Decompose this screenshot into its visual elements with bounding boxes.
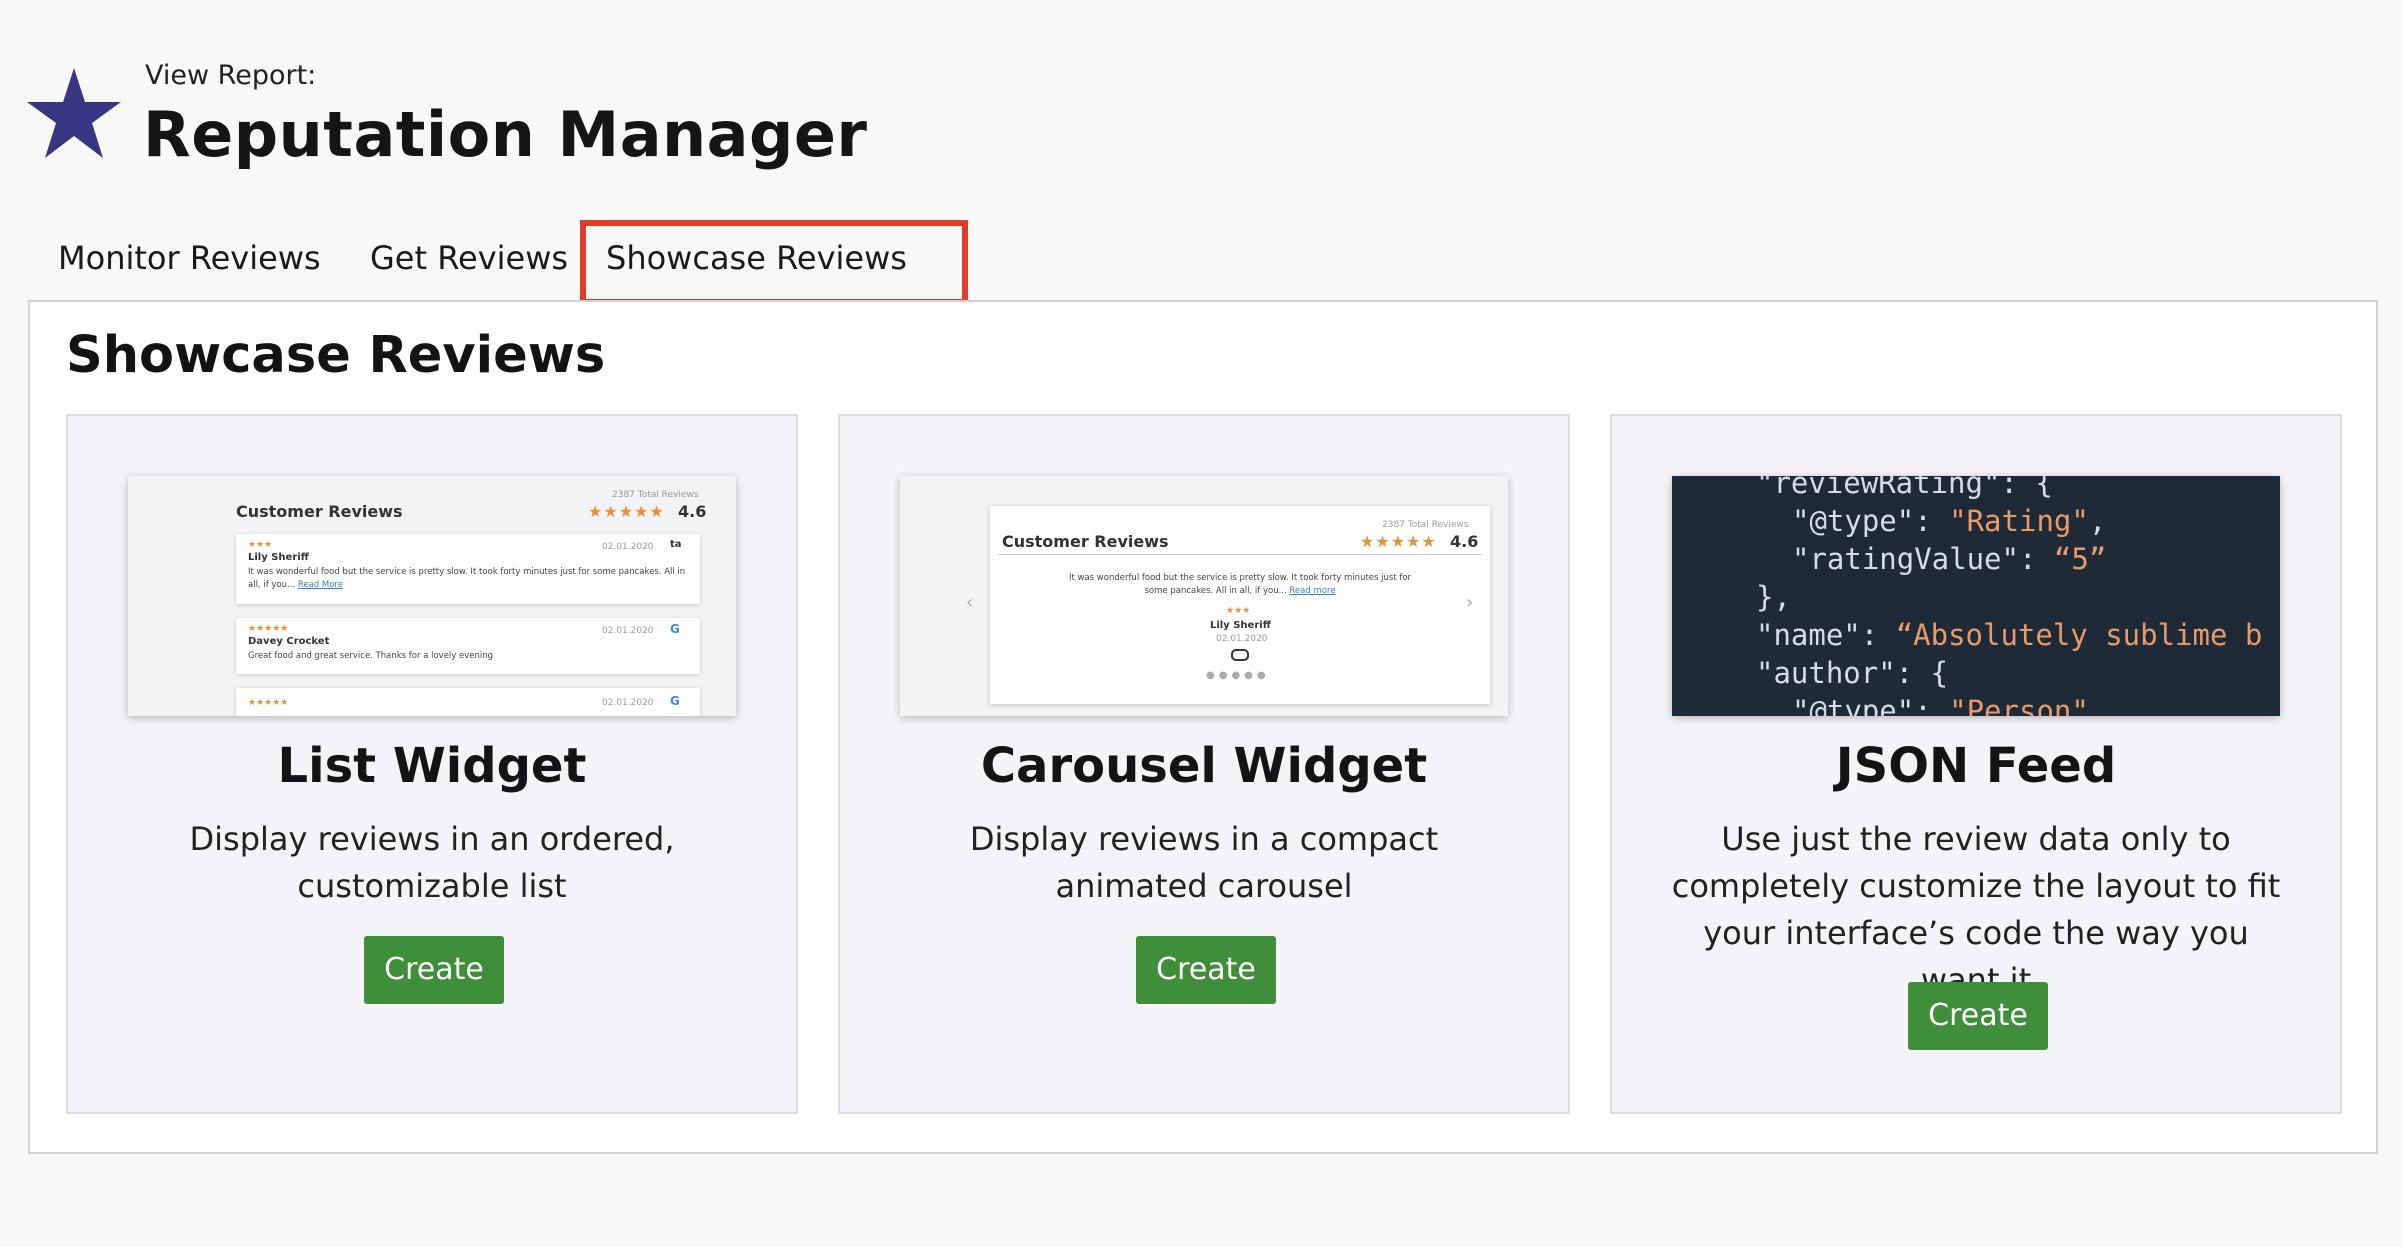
card-title: Carousel Widget bbox=[980, 738, 1428, 794]
preview-review-2: ★★★★★ Davey Crocket 02.01.2020 G Great f… bbox=[236, 618, 700, 674]
review-stars: ★★★★★ bbox=[248, 698, 289, 708]
review-stars: ★★★ bbox=[1226, 606, 1251, 616]
tripadvisor-icon bbox=[1231, 649, 1249, 661]
tab-monitor-reviews[interactable]: Monitor Reviews bbox=[30, 212, 349, 304]
chevron-right-icon: › bbox=[1466, 592, 1474, 613]
code-line: "reviewRating": { bbox=[1756, 476, 2053, 500]
review-author: Lily Sheriff bbox=[1210, 620, 1271, 631]
list-widget-card: Customer Reviews 2387 Total Reviews ★★★★… bbox=[66, 414, 798, 1114]
report-tabs: Monitor Reviews Get Reviews Showcase Rev… bbox=[30, 212, 1030, 304]
card-description: Use just the review data only to complet… bbox=[1671, 820, 2281, 999]
chevron-left-icon: ‹ bbox=[966, 592, 974, 613]
code-key: "author": { bbox=[1756, 656, 1949, 690]
tab-showcase-reviews[interactable]: Showcase Reviews bbox=[578, 212, 935, 304]
code-punct: , bbox=[2088, 504, 2107, 538]
card-title: JSON Feed bbox=[1835, 738, 2117, 794]
code-punct: }, bbox=[1756, 580, 1791, 614]
read-more-link: Read more bbox=[1289, 586, 1336, 596]
preview-header: Customer Reviews bbox=[236, 502, 403, 521]
review-text: It was wonderful food but the service is… bbox=[248, 566, 688, 592]
code-key: "@type": bbox=[1792, 694, 1950, 716]
review-stars: ★★★ bbox=[248, 540, 273, 550]
card-description: Display reviews in an ordered, customiza… bbox=[189, 820, 675, 905]
read-more-link: Read More bbox=[297, 580, 343, 590]
preview-total: 2387 Total Reviews bbox=[1382, 520, 1469, 530]
preview-rating: 4.6 bbox=[1450, 532, 1479, 551]
review-date: 02.01.2020 bbox=[602, 626, 654, 636]
code-value: "Person" bbox=[1949, 694, 2089, 716]
preview-stars: ★★★★★ bbox=[588, 502, 665, 521]
list-widget-preview: Customer Reviews 2387 Total Reviews ★★★★… bbox=[128, 476, 736, 716]
preview-review-3: ★★★★★ 02.01.2020 G bbox=[236, 688, 700, 716]
code-line: }, bbox=[1756, 580, 1791, 614]
report-header: View Report: Reputation Manager bbox=[24, 56, 1024, 176]
google-icon: G bbox=[670, 622, 680, 636]
carousel-dots: ●●●●● bbox=[1206, 670, 1270, 681]
code-value: “Absolutely sublime b bbox=[1895, 618, 2263, 652]
star-icon bbox=[27, 68, 121, 158]
divider bbox=[998, 554, 1482, 555]
preview-stars: ★★★★★ bbox=[1360, 532, 1437, 551]
showcase-panel: Showcase Reviews Customer Reviews 2387 T… bbox=[28, 300, 2378, 1154]
review-text: Great food and great service. Thanks for… bbox=[248, 651, 494, 661]
code-key: "name": bbox=[1756, 618, 1896, 652]
code-line: "ratingValue": “5” bbox=[1792, 542, 2106, 576]
review-author: Lily Sheriff bbox=[248, 552, 309, 563]
preview-total: 2387 Total Reviews bbox=[612, 490, 699, 500]
tripadvisor-icon: ta bbox=[670, 539, 682, 550]
carousel-preview-box: Customer Reviews 2387 Total Reviews ★★★★… bbox=[990, 506, 1490, 704]
review-date: 02.01.2020 bbox=[602, 698, 654, 708]
review-date: 02.01.2020 bbox=[602, 542, 654, 552]
panel-title: Showcase Reviews bbox=[66, 326, 606, 385]
card-description: Display reviews in a compact animated ca… bbox=[969, 820, 1439, 905]
code-key: "reviewRating": { bbox=[1756, 476, 2053, 500]
review-author: Davey Crocket bbox=[248, 636, 330, 647]
card-title: List Widget bbox=[277, 738, 587, 794]
code-value: "Rating" bbox=[1949, 504, 2089, 538]
create-json-feed-button[interactable]: Create bbox=[1908, 982, 2048, 1050]
code-value: “5” bbox=[2053, 542, 2107, 576]
google-icon: G bbox=[670, 694, 680, 708]
create-list-widget-button[interactable]: Create bbox=[364, 936, 504, 1004]
page-title: Reputation Manager bbox=[143, 98, 868, 171]
code-key: "@type": bbox=[1792, 504, 1950, 538]
code-line: "@type": "Person" bbox=[1792, 694, 2089, 716]
tab-get-reviews[interactable]: Get Reviews bbox=[342, 212, 596, 304]
preview-header: Customer Reviews bbox=[1002, 532, 1169, 551]
create-carousel-widget-button[interactable]: Create bbox=[1136, 936, 1276, 1004]
code-line: "author": { bbox=[1756, 656, 1948, 690]
preview-rating: 4.6 bbox=[678, 502, 707, 521]
report-subtitle: View Report: bbox=[145, 60, 317, 91]
carousel-widget-preview: Customer Reviews 2387 Total Reviews ★★★★… bbox=[900, 476, 1508, 716]
carousel-widget-card: Customer Reviews 2387 Total Reviews ★★★★… bbox=[838, 414, 1570, 1114]
code-line: "name": “Absolutely sublime b bbox=[1756, 618, 2262, 652]
code-line: "@type": "Rating", bbox=[1792, 504, 2106, 538]
carousel-review-text: It was wonderful food but the service is… bbox=[1060, 572, 1420, 598]
review-stars: ★★★★★ bbox=[248, 624, 289, 634]
json-feed-card: "reviewRating": { "@type": "Rating", "ra… bbox=[1610, 414, 2342, 1114]
preview-review-1: ★★★ Lily Sheriff 02.01.2020 ta It was wo… bbox=[236, 534, 700, 604]
code-key: "ratingValue": bbox=[1792, 542, 2054, 576]
json-feed-preview: "reviewRating": { "@type": "Rating", "ra… bbox=[1672, 476, 2280, 716]
review-date: 02.01.2020 bbox=[1216, 634, 1268, 644]
review-text-body: It was wonderful food but the service is… bbox=[1068, 573, 1412, 596]
